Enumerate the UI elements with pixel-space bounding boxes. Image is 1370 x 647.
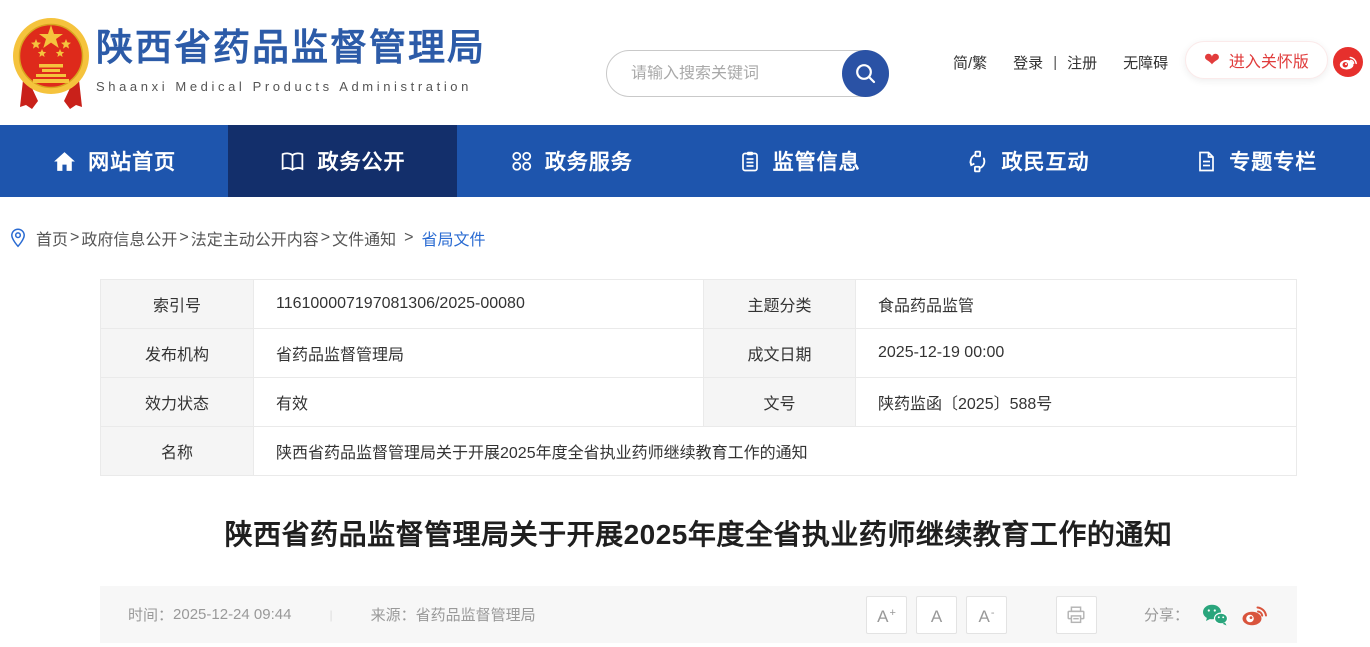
breadcrumb-separator: >	[404, 229, 413, 247]
info-value-name: 陕西省药品监督管理局关于开展2025年度全省执业药师继续教育工作的通知	[254, 427, 1297, 476]
share-group: 分享：	[1144, 603, 1269, 627]
nav-label: 政务公开	[317, 146, 405, 176]
breadcrumb-separator: >	[70, 229, 79, 247]
nav-label: 专题专栏	[1229, 146, 1317, 176]
main-nav: 网站首页 政务公开 政务服务 监管信息	[0, 125, 1370, 197]
document-info-table: 索引号 116100007197081306/2025-00080 主题分类 食…	[100, 279, 1297, 476]
font-larger-sup: +	[889, 607, 895, 619]
meta-divider: |	[329, 608, 332, 622]
info-label-doc-number: 文号	[704, 378, 856, 427]
print-button[interactable]	[1056, 596, 1097, 634]
printer-icon	[1065, 604, 1087, 626]
info-value-validity: 有效	[254, 378, 704, 427]
info-label-topic: 主题分类	[704, 280, 856, 329]
nav-label: 政务服务	[545, 146, 633, 176]
weibo-icon[interactable]	[1333, 47, 1363, 77]
nav-item-regulatory-info[interactable]: 监管信息	[685, 125, 913, 197]
register-link[interactable]: 注册	[1067, 52, 1097, 73]
search-icon	[853, 61, 878, 86]
book-icon	[279, 149, 306, 174]
publish-source: 省药品监督管理局	[416, 604, 536, 625]
info-value-date: 2025-12-19 00:00	[856, 329, 1297, 378]
document-icon	[1194, 149, 1218, 174]
table-row: 索引号 116100007197081306/2025-00080 主题分类 食…	[101, 280, 1297, 329]
info-value-topic: 食品药品监管	[856, 280, 1297, 329]
site-subtitle: Shaanxi Medical Products Administration	[96, 79, 486, 94]
info-value-issuer: 省药品监督管理局	[254, 329, 704, 378]
nav-item-home[interactable]: 网站首页	[0, 125, 228, 197]
breadcrumb-gov-info[interactable]: 政府信息公开	[81, 226, 177, 250]
share-label: 分享：	[1144, 604, 1189, 625]
home-icon	[52, 149, 77, 174]
breadcrumb-home[interactable]: 首页	[36, 226, 68, 250]
info-value-doc-number: 陕药监函〔2025〕588号	[856, 378, 1297, 427]
breadcrumb-statutory-disclosure[interactable]: 法定主动公开内容	[191, 226, 319, 250]
breadcrumb-file-notices[interactable]: 文件通知	[332, 226, 396, 250]
font-size-normal-button[interactable]: A	[916, 596, 957, 634]
source-label: 来源：	[371, 604, 416, 625]
wechat-share-icon[interactable]	[1201, 603, 1229, 627]
table-row: 发布机构 省药品监督管理局 成文日期 2025-12-19 00:00	[101, 329, 1297, 378]
clipboard-icon	[738, 149, 762, 174]
article-tools: A+ A A- 分享：	[866, 596, 1269, 634]
login-link[interactable]: 登录	[1013, 52, 1043, 73]
care-mode-button[interactable]: ❤ 进入关怀版	[1185, 41, 1328, 79]
weibo-share-icon[interactable]	[1241, 603, 1269, 627]
nav-item-gov-disclosure[interactable]: 政务公开	[228, 125, 456, 197]
table-row: 效力状态 有效 文号 陕药监函〔2025〕588号	[101, 378, 1297, 427]
info-label-name: 名称	[101, 427, 254, 476]
publish-time: 2025-12-24 09:44	[173, 606, 291, 623]
breadcrumb: 首页 > 政府信息公开 > 法定主动公开内容 > 文件通知 > 省局文件	[0, 197, 1370, 279]
nav-label: 政民互动	[1001, 146, 1089, 176]
breadcrumb-separator: >	[321, 229, 330, 247]
info-value-index: 116100007197081306/2025-00080	[254, 280, 704, 329]
interaction-icon	[965, 149, 990, 174]
nav-item-gov-services[interactable]: 政务服务	[457, 125, 685, 197]
accessibility-link[interactable]: 无障碍	[1123, 52, 1168, 73]
article-meta-bar: 时间： 2025-12-24 09:44 | 来源： 省药品监督管理局 A+ A…	[100, 586, 1297, 643]
font-size-increase-button[interactable]: A+	[866, 596, 907, 634]
heart-icon: ❤	[1204, 51, 1220, 70]
font-smaller-sup: -	[991, 607, 995, 619]
search-button[interactable]	[842, 50, 889, 97]
page-title: 陕西省药品监督管理局关于开展2025年度全省执业药师继续教育工作的通知	[100, 513, 1297, 553]
nav-item-special-topics[interactable]: 专题专栏	[1142, 125, 1370, 197]
site-header: 陕西省药品监督管理局 Shaanxi Medical Products Admi…	[0, 0, 1370, 125]
breadcrumb-separator: >	[179, 229, 188, 247]
breadcrumb-current[interactable]: 省局文件	[421, 226, 485, 250]
info-label-date: 成文日期	[704, 329, 856, 378]
location-pin-icon	[10, 228, 26, 248]
article-content: 索引号 116100007197081306/2025-00080 主题分类 食…	[100, 279, 1297, 643]
search-bar	[606, 50, 889, 97]
utility-links: 简/繁 登录 | 注册 无障碍	[953, 50, 1168, 75]
font-larger-label: A	[877, 607, 888, 627]
search-input[interactable]	[607, 65, 842, 83]
info-label-index: 索引号	[101, 280, 254, 329]
time-label: 时间：	[128, 604, 173, 625]
site-title: 陕西省药品监督管理局	[96, 17, 486, 71]
table-row: 名称 陕西省药品监督管理局关于开展2025年度全省执业药师继续教育工作的通知	[101, 427, 1297, 476]
care-mode-label: 进入关怀版	[1229, 48, 1309, 72]
font-size-decrease-button[interactable]: A-	[966, 596, 1007, 634]
nav-item-public-interaction[interactable]: 政民互动	[913, 125, 1141, 197]
nav-label: 监管信息	[773, 146, 861, 176]
lang-toggle-link[interactable]: 简/繁	[953, 52, 987, 73]
info-label-validity: 效力状态	[101, 378, 254, 427]
grid-circles-icon	[509, 149, 534, 174]
font-smaller-label: A	[978, 607, 989, 627]
nav-label: 网站首页	[88, 146, 176, 176]
info-label-issuer: 发布机构	[101, 329, 254, 378]
login-register-divider: |	[1053, 54, 1057, 71]
national-emblem-logo	[12, 9, 90, 115]
site-brand: 陕西省药品监督管理局 Shaanxi Medical Products Admi…	[96, 17, 486, 94]
font-normal-label: A	[931, 607, 942, 627]
